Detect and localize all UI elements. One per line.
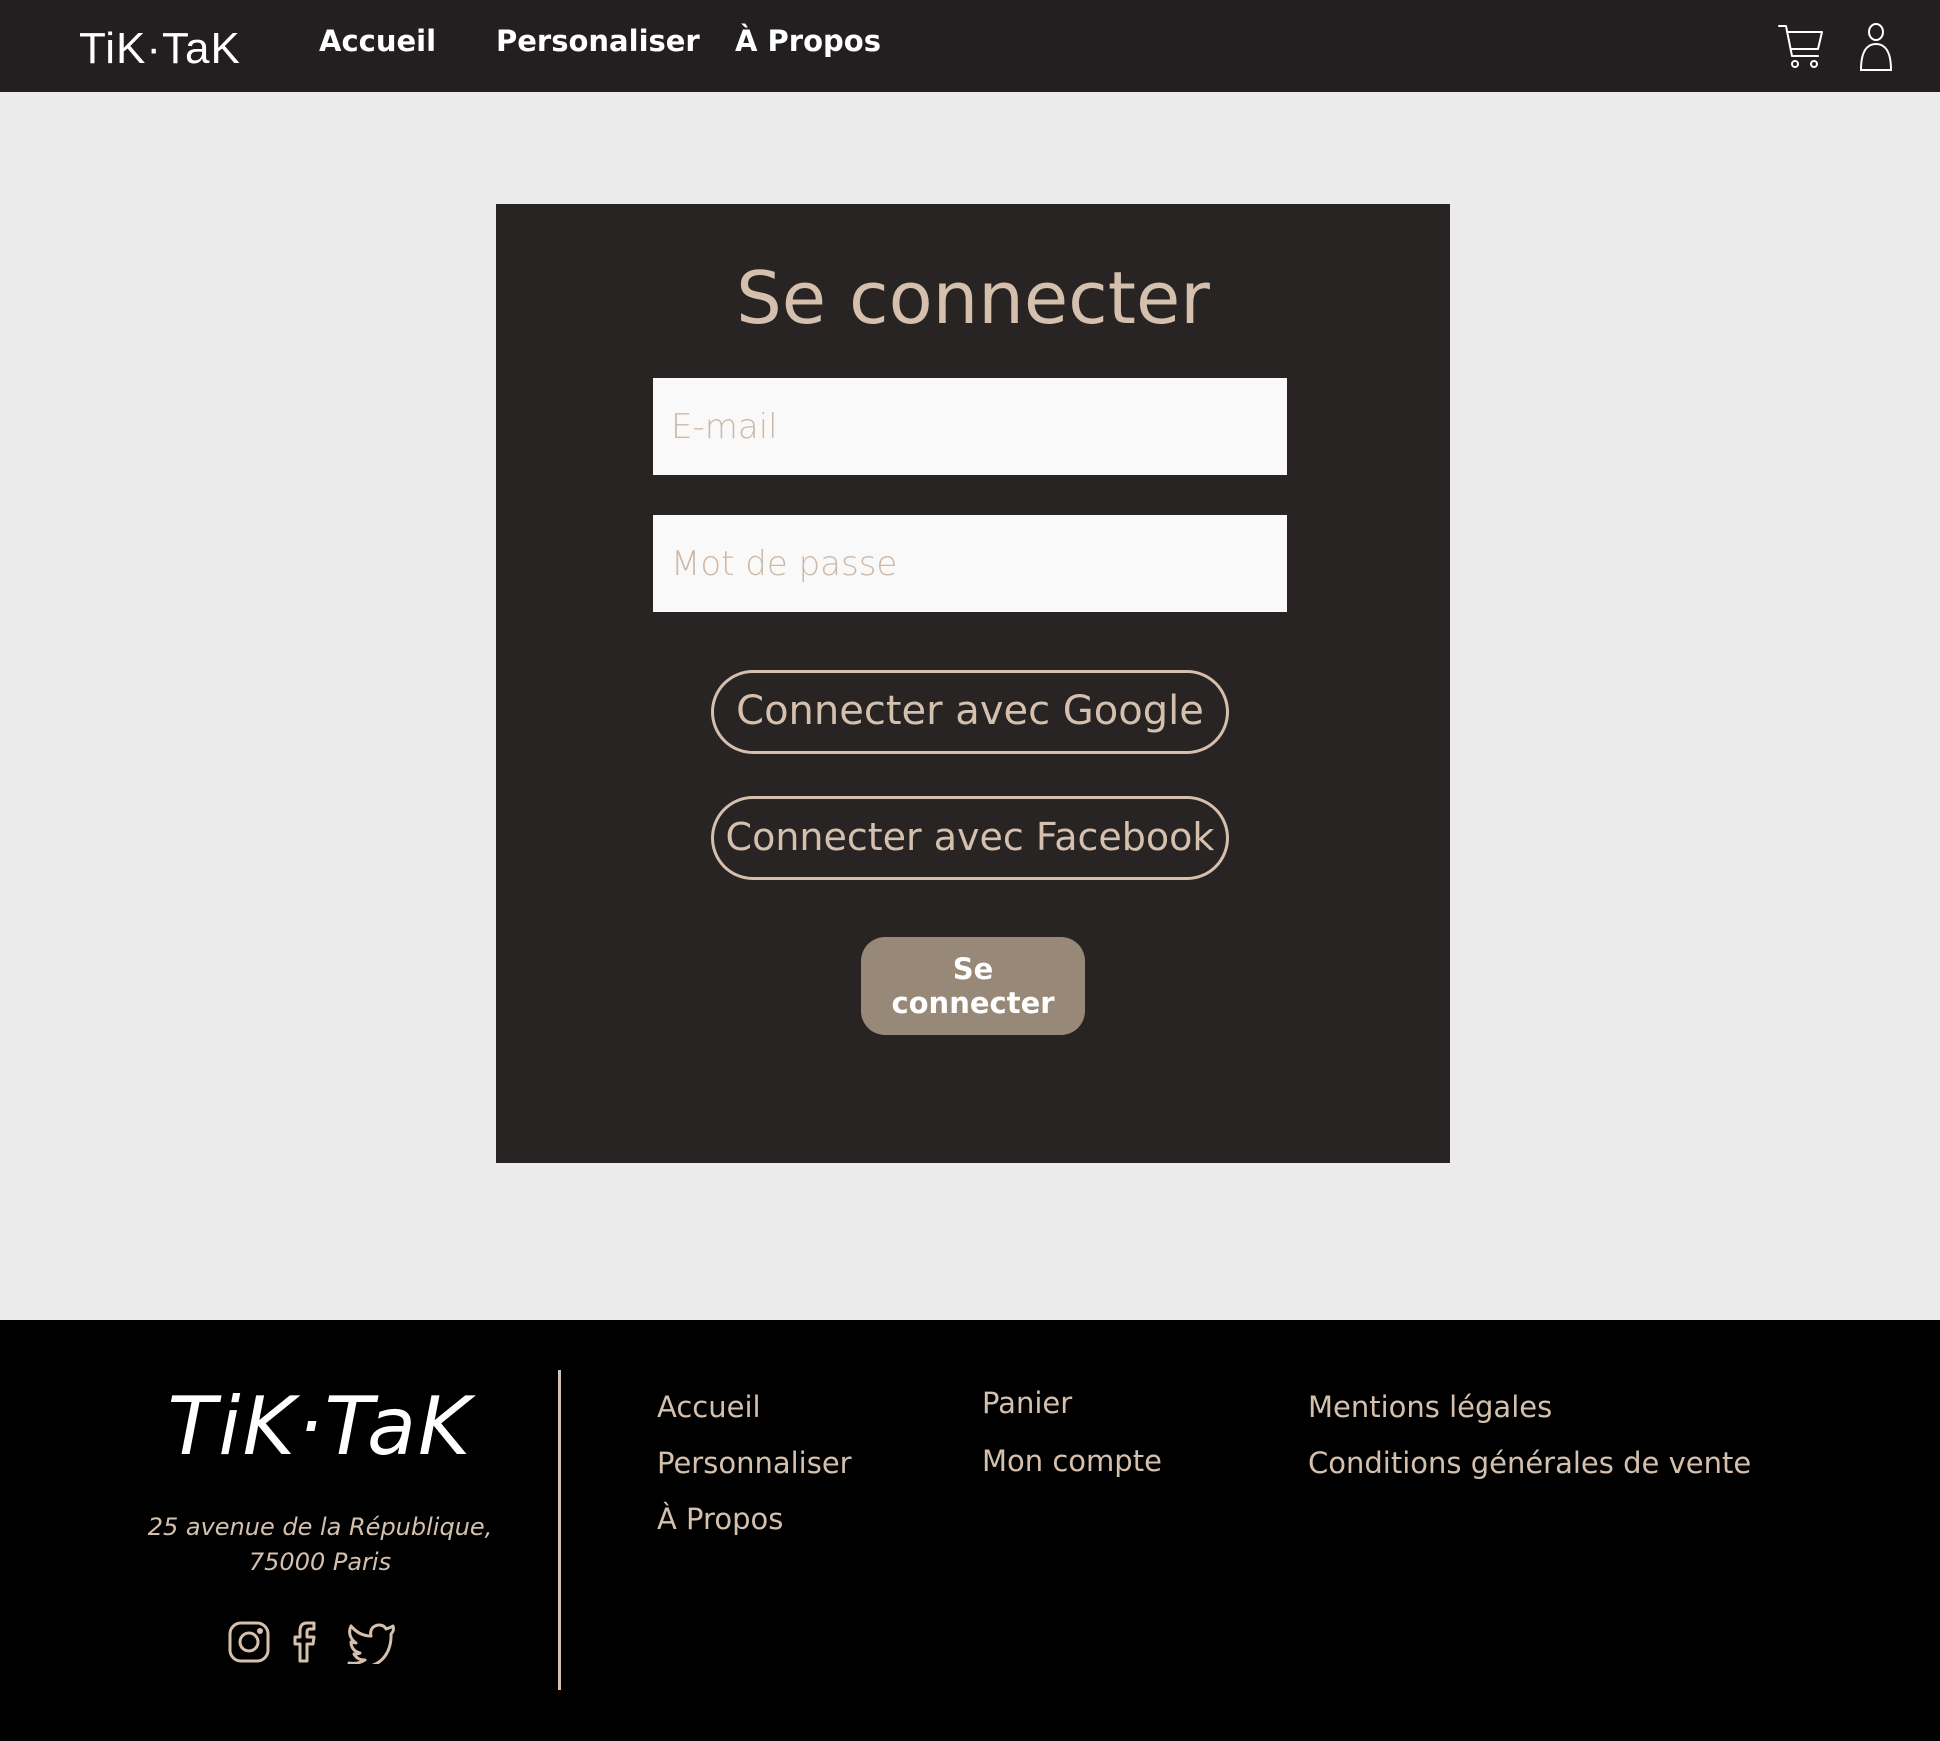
address-line-2: 75000 Paris bbox=[248, 1548, 392, 1576]
footer-address: 25 avenue de la République, 75000 Paris bbox=[130, 1510, 510, 1580]
google-login-button[interactable]: Connecter avec Google bbox=[711, 670, 1229, 754]
login-title: Se connecter bbox=[736, 256, 1210, 340]
footer-link-panier[interactable]: Panier bbox=[982, 1386, 1072, 1420]
user-icon[interactable] bbox=[1858, 22, 1894, 78]
nav-link-personaliser[interactable]: Personaliser bbox=[496, 24, 700, 58]
footer-divider bbox=[558, 1370, 561, 1690]
top-navigation-bar: TiK·TaK Accueil Personaliser À Propos bbox=[0, 0, 1940, 92]
footer-link-cgv[interactable]: Conditions générales de vente bbox=[1308, 1446, 1751, 1480]
nav-link-accueil[interactable]: Accueil bbox=[319, 24, 436, 58]
footer-link-mon-compte[interactable]: Mon compte bbox=[982, 1444, 1162, 1478]
facebook-login-button[interactable]: Connecter avec Facebook bbox=[711, 796, 1229, 880]
cart-icon[interactable] bbox=[1777, 22, 1825, 76]
submit-login-button[interactable]: Se connecter bbox=[861, 937, 1085, 1035]
site-logo[interactable]: TiK·TaK bbox=[79, 24, 241, 74]
nav-link-a-propos[interactable]: À Propos bbox=[735, 24, 881, 58]
footer-link-a-propos[interactable]: À Propos bbox=[657, 1502, 783, 1536]
instagram-icon[interactable] bbox=[227, 1620, 271, 1668]
login-card: Se connecter Connecter avec Google Conne… bbox=[496, 204, 1450, 1163]
footer-logo: TiK·TaK bbox=[167, 1380, 473, 1473]
footer-link-mentions-legales[interactable]: Mentions légales bbox=[1308, 1390, 1552, 1424]
address-line-1: 25 avenue de la République, bbox=[147, 1513, 493, 1541]
site-footer: TiK·TaK 25 avenue de la République, 7500… bbox=[0, 1320, 1940, 1741]
facebook-icon[interactable] bbox=[290, 1620, 324, 1668]
twitter-icon[interactable] bbox=[346, 1620, 396, 1669]
email-input[interactable] bbox=[653, 378, 1287, 475]
footer-link-personnaliser[interactable]: Personnaliser bbox=[657, 1446, 852, 1480]
footer-link-accueil[interactable]: Accueil bbox=[657, 1390, 761, 1424]
password-input[interactable] bbox=[653, 515, 1287, 612]
